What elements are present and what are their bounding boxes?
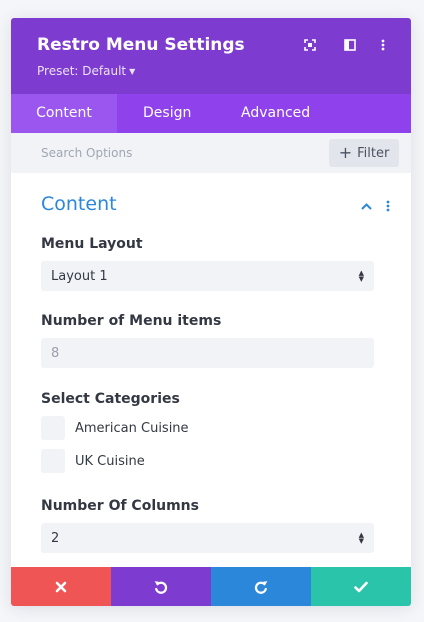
select-arrows-icon: ▲ ▼ xyxy=(358,531,364,545)
tab-content[interactable]: Content xyxy=(11,94,117,133)
modal-title: Restro Menu Settings xyxy=(37,35,245,55)
columns-select[interactable]: 2 ▲ ▼ xyxy=(41,523,374,553)
checkbox[interactable] xyxy=(41,416,65,440)
menu-layout-label: Menu Layout xyxy=(41,236,143,252)
checkbox-label: American Cuisine xyxy=(75,420,189,436)
select-arrows-icon: ▲ ▼ xyxy=(358,269,364,283)
sidebar-toggle-icon[interactable] xyxy=(343,38,357,52)
check-icon xyxy=(354,581,368,592)
filter-label: Filter xyxy=(357,145,390,161)
menu-items-placeholder: 8 xyxy=(51,345,60,361)
discard-button[interactable] xyxy=(11,567,111,606)
section-title[interactable]: Content xyxy=(41,193,117,215)
modal-header: Restro Menu Settings Preset: Default ▼ xyxy=(11,18,411,94)
menu-layout-value: Layout 1 xyxy=(51,268,108,284)
undo-button[interactable] xyxy=(111,567,211,606)
filter-button[interactable]: + Filter xyxy=(329,139,399,167)
columns-value: 2 xyxy=(51,530,60,546)
search-bar: + Filter xyxy=(11,133,411,173)
fullscreen-icon[interactable] xyxy=(303,38,317,52)
footer-actions xyxy=(11,567,411,606)
save-button[interactable] xyxy=(311,567,411,606)
preset-label: Preset: Default xyxy=(37,64,127,78)
columns-label: Number Of Columns xyxy=(41,498,199,514)
menu-items-input[interactable]: 8 xyxy=(41,338,374,368)
plus-icon: + xyxy=(338,143,353,162)
chevron-up-icon[interactable] xyxy=(360,200,372,212)
tab-advanced[interactable]: Advanced xyxy=(241,94,310,133)
undo-icon xyxy=(154,580,168,594)
redo-button[interactable] xyxy=(211,567,311,606)
settings-modal: Restro Menu Settings Preset: Default ▼ C… xyxy=(11,18,411,606)
caret-down-icon: ▼ xyxy=(129,67,136,76)
tab-design[interactable]: Design xyxy=(143,94,191,133)
section-more-icon[interactable] xyxy=(385,199,391,213)
category-option-uk[interactable]: UK Cuisine xyxy=(41,449,145,473)
more-vertical-icon[interactable] xyxy=(376,38,390,52)
close-icon xyxy=(55,581,67,592)
categories-label: Select Categories xyxy=(41,391,180,407)
search-input[interactable] xyxy=(29,140,309,166)
category-option-american[interactable]: American Cuisine xyxy=(41,416,189,440)
menu-layout-select[interactable]: Layout 1 ▲ ▼ xyxy=(41,261,374,291)
checkbox[interactable] xyxy=(41,449,65,473)
tab-bar: Content Design Advanced xyxy=(11,94,411,133)
redo-icon xyxy=(254,580,268,594)
preset-selector[interactable]: Preset: Default ▼ xyxy=(37,64,135,78)
checkbox-label: UK Cuisine xyxy=(75,453,145,469)
menu-items-label: Number of Menu items xyxy=(41,313,222,329)
